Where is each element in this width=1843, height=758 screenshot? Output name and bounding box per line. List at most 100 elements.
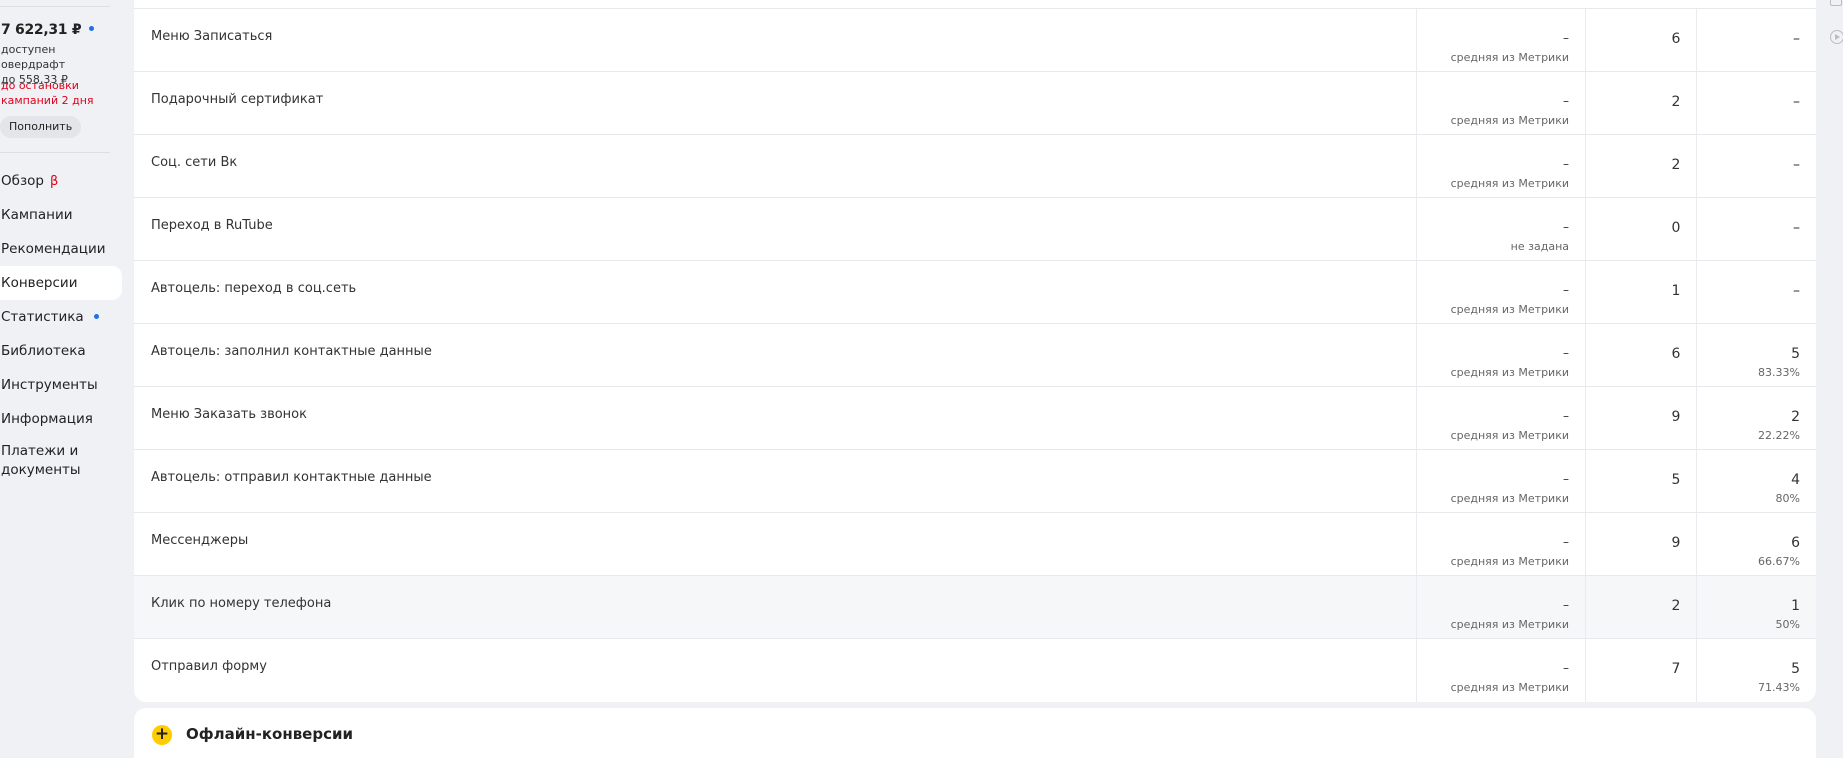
topup-button[interactable]: Пополнить [0,116,82,138]
achieved-count: 2 [1791,409,1800,425]
goal-value: – [1563,472,1569,486]
table-row[interactable]: Клик по номеру телефона – средняя из Метри… [134,575,1816,639]
plus-icon[interactable]: + [152,725,172,745]
conversion-name: Соц. сети Вк [151,155,238,170]
conversion-name: Меню Заказать звонок [151,407,307,422]
column-divider [1585,639,1586,702]
conversion-count: 6 [1671,31,1681,47]
balance-value: 7 622,31 ₽ [1,22,82,38]
goal-value-source: средняя из Метрики [1450,681,1569,694]
column-divider [1416,9,1417,72]
conversion-count: 1 [1671,283,1681,299]
column-divider [1696,9,1697,72]
achieved-count: – [1793,31,1800,47]
column-divider [1585,513,1586,576]
goal-value: – [1563,409,1569,423]
column-divider [1585,9,1586,72]
goal-value-source: средняя из Метрики [1450,618,1569,631]
column-divider [1696,450,1697,513]
nav-item-campaigns[interactable]: Кампании [0,198,122,232]
divider [0,6,110,7]
conversion-name: Автоцель: переход в соц.сеть [151,281,357,296]
overdraft-line-1: доступен овердрафт [1,43,66,71]
achieved-count: 5 [1791,661,1800,677]
column-divider [1416,513,1417,576]
column-divider [1416,135,1417,198]
conversion-count: 7 [1671,661,1681,677]
nav-item-label: Конверсии [1,275,78,291]
table-row[interactable]: Мессенджеры – средняя из Метрики 9 6 66.67% [134,512,1816,576]
column-divider [1696,387,1697,450]
nav-item-payments[interactable]: Платежи и документы [0,436,122,480]
nav-item-conversions[interactable]: Конверсии [0,266,122,300]
beta-badge: β [49,174,59,189]
table-row[interactable]: Переход в RuTube – не задана 0 – [134,197,1816,261]
column-divider [1696,639,1697,702]
table-row[interactable]: Соц. сети Вк – средняя из Метрики 2 – [134,134,1816,198]
column-divider [1416,324,1417,387]
column-divider [1416,450,1417,513]
column-divider [1585,450,1586,513]
conversion-name: Автоцель: отправил контактные данные [151,470,432,485]
column-divider [1585,198,1586,261]
warning-line-1: до остановки [1,79,79,92]
achieved-count: – [1793,157,1800,173]
conversion-name: Отправил форму [151,659,267,674]
column-divider [1696,324,1697,387]
notification-dot [93,313,99,319]
column-divider [1696,198,1697,261]
balance-status-dot [89,25,95,31]
goal-value-source: средняя из Метрики [1450,555,1569,568]
column-divider [1696,261,1697,324]
nav-item-recommendations[interactable]: Рекомендации [0,232,122,266]
column-divider [1416,72,1417,135]
nav-item-tools[interactable]: Инструменты [0,368,122,402]
nav-item-info[interactable]: Информация [0,402,122,436]
conversion-name: Мессенджеры [151,533,249,548]
achieved-count: 6 [1791,535,1800,551]
goal-value: – [1563,598,1569,612]
column-divider [1585,387,1586,450]
goal-value: – [1563,157,1569,171]
nav-item-label-line-2: документы [1,462,81,478]
play-circle-icon[interactable] [1830,30,1843,44]
nav-item-library[interactable]: Библиотека [0,334,122,368]
column-divider [1585,261,1586,324]
table-row[interactable]: Автоцель: заполнил контактные данные – сре… [134,323,1816,387]
table-row[interactable]: Меню Заказать звонок – средняя из Метрики 9… [134,386,1816,450]
offline-conversions-section[interactable]: + Офлайн-конверсии [134,708,1816,758]
panel-icon[interactable] [1830,0,1842,6]
nav-item-overview[interactable]: Обзор β [0,164,122,198]
warning-line-2: кампаний 2 дня [1,94,94,107]
goal-value-source: средняя из Метрики [1450,114,1569,127]
column-divider [1696,135,1697,198]
column-divider [1416,198,1417,261]
offline-conversions-title[interactable]: Офлайн-конверсии [186,725,353,743]
goal-value-source: средняя из Метрики [1450,429,1569,442]
goal-value-source: средняя из Метрики [1450,492,1569,505]
nav-item-label: Инструменты [1,377,98,393]
achieved-count: – [1793,220,1800,236]
table-row[interactable]: Меню Записаться – средняя из Метрики 6 – [134,8,1816,72]
achieved-count: 4 [1791,472,1800,488]
nav-item-statistics[interactable]: Статистика [0,300,122,334]
goal-value: – [1563,283,1569,297]
table-row[interactable]: Автоцель: отправил контактные данные – сре… [134,449,1816,513]
stop-warning: до остановки кампаний 2 дня [1,78,94,108]
conversion-count: 2 [1671,598,1681,614]
nav-item-label: Статистика [1,309,84,325]
goal-value-source: средняя из Метрики [1450,51,1569,64]
achieved-count: – [1793,94,1800,110]
account-balance[interactable]: 7 622,31 ₽ [1,22,95,38]
table-row[interactable]: Подарочный сертификат – средняя из Метрики… [134,71,1816,135]
nav-item-label: Информация [1,411,93,427]
achieved-percent: 80% [1775,492,1800,505]
nav-item-label: Кампании [1,207,73,223]
nav-item-label: Рекомендации [1,241,106,257]
achieved-count: 5 [1791,346,1800,362]
conversion-name: Меню Записаться [151,29,273,44]
nav-item-label: Платежи и [1,443,79,459]
table-row[interactable]: Автоцель: переход в соц.сеть – средняя из … [134,260,1816,324]
table-row[interactable]: Отправил форму – средняя из Метрики 7 5 71.43… [134,638,1816,702]
conversion-name: Автоцель: заполнил контактные данные [151,344,432,359]
